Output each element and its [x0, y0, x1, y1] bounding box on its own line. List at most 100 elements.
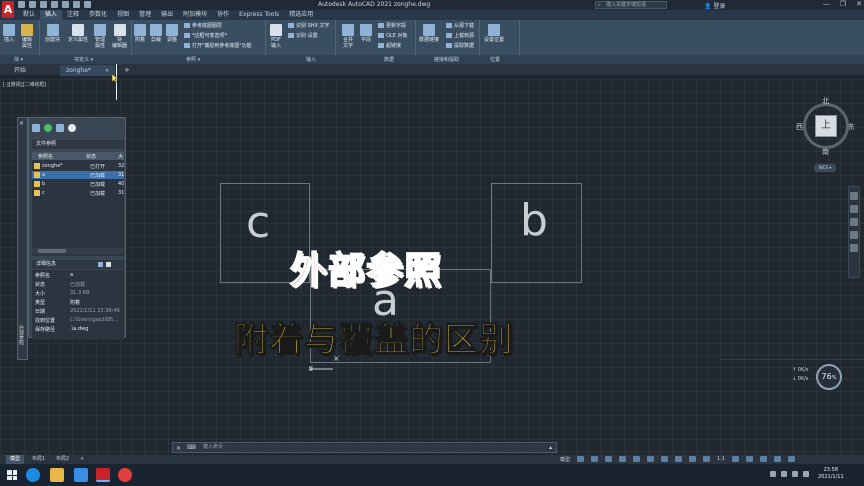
lineweight-icon[interactable] [661, 456, 669, 462]
annotation-visibility-icon[interactable] [703, 456, 711, 462]
command-line[interactable]: ✕ ⌨ 键入命令 ▴ [172, 442, 557, 453]
hyperlink-button[interactable]: 超链接 [378, 43, 401, 49]
col-size[interactable]: 大 [118, 153, 123, 160]
compass-south[interactable]: 南 [822, 147, 829, 157]
autocad-taskbar-icon[interactable] [96, 468, 110, 482]
close-tab-icon[interactable]: × [105, 68, 109, 74]
refresh-icon[interactable] [44, 124, 52, 132]
field-button[interactable]: 字段 [360, 24, 372, 43]
add-layout-button[interactable]: + [76, 455, 88, 464]
tab-layout1[interactable]: 布局1 [28, 455, 49, 464]
tab-manage[interactable]: 管理 [134, 10, 156, 20]
osnap-icon[interactable] [633, 456, 641, 462]
xref-row[interactable]: c 已加载 31 [32, 189, 124, 197]
xref-row[interactable]: b 已加载 40 [32, 180, 124, 188]
block-editor-button[interactable]: 块 编辑器 [112, 24, 127, 49]
isolate-objects-icon[interactable] [746, 456, 754, 462]
taskbar-clock[interactable]: 23:58 2021/1/11 [818, 467, 844, 481]
autocad-logo[interactable]: A [2, 1, 14, 18]
annotation-scale[interactable]: 1:1 [717, 456, 725, 463]
pan-icon[interactable] [850, 205, 858, 213]
windows-start-icon[interactable] [7, 470, 17, 480]
pdf-import-button[interactable]: PDF 输入 [270, 24, 282, 49]
panel-label-block-def[interactable]: 块定义 ▾ [74, 56, 93, 63]
new-file-icon[interactable] [18, 1, 25, 8]
clean-screen-icon[interactable] [774, 456, 782, 462]
command-history-arrow-icon[interactable]: ▴ [549, 443, 552, 452]
xref-row[interactable]: zonghe* 已打开 32 [32, 162, 124, 170]
maximize-button[interactable]: ❐ [840, 0, 846, 8]
recognize-settings-button[interactable]: 识别 设置 [288, 33, 318, 39]
new-tab-button[interactable]: + [124, 66, 130, 74]
orbit-icon[interactable] [850, 231, 858, 239]
attach-button[interactable]: 附着 [134, 24, 146, 43]
frames-vary-dropdown[interactable]: *边框可变选项* [184, 33, 227, 39]
set-location-button[interactable]: 设置位置 [484, 24, 504, 43]
define-attribute-button[interactable]: 定义属性 [68, 24, 88, 43]
details-view-icon[interactable] [98, 262, 103, 267]
combine-text-button[interactable]: 合并 文字 [342, 24, 354, 49]
update-fields-button[interactable]: 更新字段 [378, 23, 406, 29]
attach-dwg-icon[interactable] [32, 124, 40, 132]
data-link-button[interactable]: 数据链接 [419, 24, 439, 43]
screen-recorder-icon[interactable] [118, 468, 132, 482]
panel-label-block[interactable]: 块 ▾ [14, 56, 23, 63]
ortho-icon[interactable] [605, 456, 613, 462]
command-line-close-icon[interactable]: ✕ [176, 444, 181, 453]
volume-icon[interactable] [792, 471, 798, 477]
snap-mode-icon[interactable] [591, 456, 599, 462]
otrack-icon[interactable] [647, 456, 655, 462]
create-block-button[interactable]: 创建块 [45, 24, 60, 43]
col-ref-name[interactable]: 参照名 [38, 153, 53, 160]
col-status[interactable]: 状态 [86, 153, 96, 160]
insert-button[interactable]: 插入 [3, 24, 15, 43]
edit-attribute-button[interactable]: 编辑 属性 [21, 24, 33, 49]
search-input[interactable]: ⌕ 键入关键字或短语 [595, 1, 667, 9]
tab-addins[interactable]: 附加模块 [178, 10, 212, 20]
xref-palette-titlebar[interactable] [17, 117, 28, 360]
selection-cycling-icon[interactable] [689, 456, 697, 462]
sign-in[interactable]: 👤 登录 [704, 1, 725, 10]
tab-insert[interactable]: 插入 [40, 10, 63, 20]
command-icon[interactable]: ⌨ [187, 443, 196, 452]
change-path-icon[interactable] [56, 124, 64, 132]
workspace-gear-icon[interactable] [732, 456, 740, 462]
compass-west[interactable]: 西 [796, 122, 803, 132]
download-source-button[interactable]: 从源下载 [446, 23, 474, 29]
save-icon[interactable] [40, 1, 47, 8]
underlay-layers-button[interactable]: 参考底图图层 [184, 23, 222, 29]
zoom-icon[interactable] [850, 218, 858, 226]
hardware-acceleration-icon[interactable] [760, 456, 768, 462]
undo-icon[interactable] [73, 1, 80, 8]
redo-icon[interactable] [84, 1, 91, 8]
wcs-menu[interactable]: WCS ▾ [814, 164, 836, 172]
file-explorer-icon[interactable] [50, 468, 64, 482]
network-speed-gauge[interactable]: 76% [816, 364, 842, 390]
manage-attribute-button[interactable]: 管理 属性 [94, 24, 106, 49]
customization-menu-icon[interactable] [788, 456, 796, 462]
viewport-controls[interactable]: [-][俯视][二维线框] [3, 81, 47, 88]
clip-button[interactable]: 剪裁 [150, 24, 162, 43]
tab-annotate[interactable]: 注释 [62, 10, 84, 20]
compass-east[interactable]: 东 [848, 122, 855, 132]
tab-view[interactable]: 视图 [112, 10, 134, 20]
store-icon[interactable] [74, 468, 88, 482]
tab-output[interactable]: 输出 [156, 10, 178, 20]
steering-wheel-icon[interactable] [850, 192, 858, 200]
tab-model[interactable]: 模型 [6, 455, 25, 464]
snap-to-underlays-dropdown[interactable]: 打开"捕捉到参考底图"功能 [184, 43, 252, 49]
tab-parametric[interactable]: 参数化 [84, 10, 112, 20]
command-input[interactable]: 键入命令 [203, 443, 223, 452]
grid-icon[interactable] [577, 456, 585, 462]
transparency-icon[interactable] [675, 456, 683, 462]
extract-data-button[interactable]: 提取数据 [446, 43, 474, 49]
panel-label-reference[interactable]: 参照 ▾ [186, 56, 200, 63]
tab-collaborate[interactable]: 协作 [212, 10, 234, 20]
network-icon[interactable] [781, 471, 787, 477]
compass-north[interactable]: 北 [822, 96, 829, 106]
xref-row-selected[interactable]: a 已加载 31 [32, 171, 124, 179]
open-file-icon[interactable] [29, 1, 36, 8]
minimize-button[interactable]: — [823, 0, 830, 8]
save-as-icon[interactable] [51, 1, 58, 8]
tab-zonghe[interactable]: zonghe* × [60, 65, 116, 76]
